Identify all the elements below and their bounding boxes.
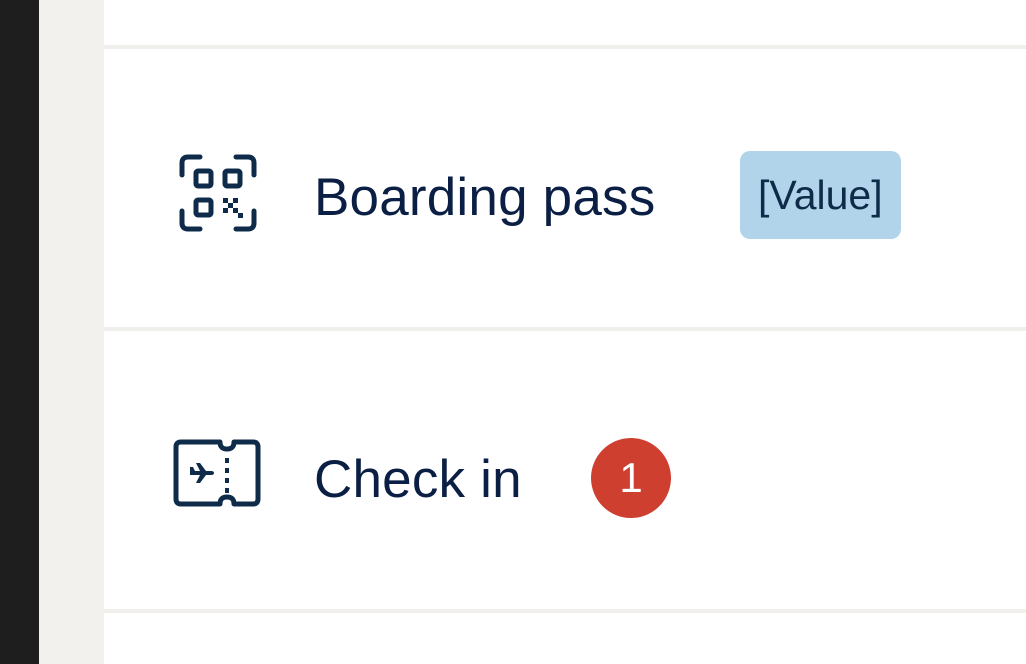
menu-item-label: Boarding pass (314, 168, 656, 227)
ticket-plane-icon (173, 439, 261, 507)
notification-count-badge: 1 (591, 438, 671, 518)
app-frame: Boarding pass [Value] Check in 1 (0, 0, 1026, 664)
divider (104, 609, 1026, 613)
menu-item-boarding-pass[interactable]: Boarding pass [Value] (104, 49, 1026, 328)
menu-item-check-in[interactable]: Check in 1 (104, 331, 1026, 610)
window-edge (0, 0, 39, 664)
qr-code-icon (179, 154, 257, 232)
value-tag: [Value] (740, 151, 901, 239)
menu-item-label: Check in (314, 450, 522, 509)
menu-panel: Boarding pass [Value] Check in 1 (104, 0, 1026, 664)
left-gutter (39, 0, 104, 664)
